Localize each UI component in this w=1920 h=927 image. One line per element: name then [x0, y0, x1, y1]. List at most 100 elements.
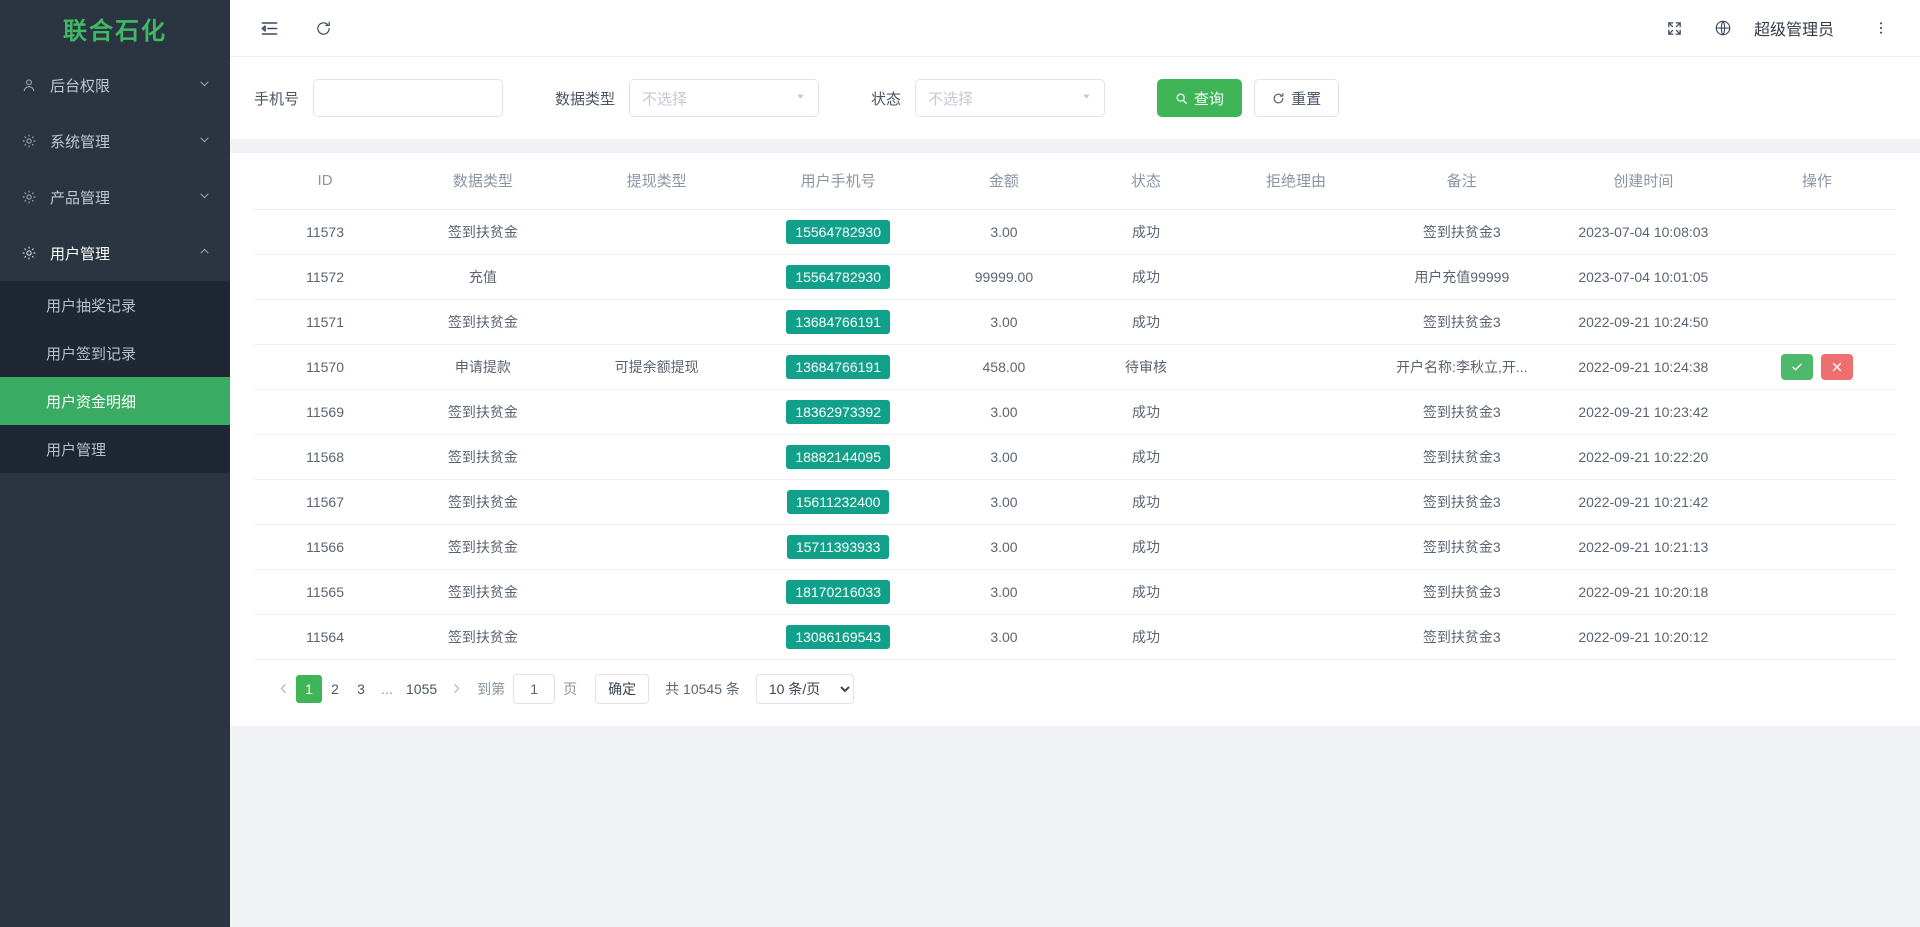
cell-withdraw-type [570, 479, 744, 524]
data-type-select-value: 不选择 [642, 88, 795, 109]
cell-actions [1738, 614, 1896, 659]
chevron-right-icon[interactable] [443, 675, 469, 703]
sidebar-collapse-icon[interactable] [252, 11, 286, 45]
cell-data-type: 签到扶贫金 [396, 524, 570, 569]
phone-badge[interactable]: 15611232400 [787, 490, 890, 514]
phone-badge[interactable]: 13684766191 [786, 355, 890, 379]
gear-icon [18, 133, 40, 149]
total-records-label: 共 10545 条 [665, 679, 740, 699]
cell-withdraw-type [570, 299, 744, 344]
phone-badge[interactable]: 15564782930 [786, 220, 890, 244]
column-header-reject-reason: 拒绝理由 [1217, 153, 1375, 209]
cell-data-type: 签到扶贫金 [396, 389, 570, 434]
chevron-left-icon[interactable] [270, 675, 296, 703]
cell-status: 成功 [1075, 569, 1217, 614]
cell-status: 成功 [1075, 614, 1217, 659]
status-select[interactable]: 不选择 [915, 79, 1105, 117]
goto-page-input[interactable] [513, 674, 555, 704]
phone-badge[interactable]: 15564782930 [786, 265, 890, 289]
page-number-3[interactable]: 3 [348, 675, 374, 703]
cell-actions [1738, 479, 1896, 524]
user-icon [18, 77, 40, 93]
reject-button[interactable] [1821, 354, 1853, 380]
main-area: 超级管理员 手机号 数据类型 不选择 [230, 0, 1920, 927]
sidebar-item-user-signin-records[interactable]: 用户签到记录 [0, 329, 230, 377]
page-size-select[interactable]: 10 条/页20 条/页50 条/页100 条/页 [756, 674, 854, 704]
globe-icon[interactable] [1706, 11, 1740, 45]
fullscreen-icon[interactable] [1658, 11, 1692, 45]
sidebar-group-system-management[interactable]: 系统管理 [0, 113, 230, 169]
page-number-1[interactable]: 1 [296, 675, 322, 703]
sidebar-item-label: 用户抽奖记录 [46, 295, 136, 316]
cell-status: 成功 [1075, 479, 1217, 524]
sidebar-group-user-management[interactable]: 用户管理 [0, 225, 230, 281]
cell-amount: 3.00 [933, 524, 1075, 569]
sidebar-group-label: 用户管理 [50, 243, 198, 264]
phone-badge[interactable]: 18882144095 [786, 445, 890, 469]
cell-created-at: 2022-09-21 10:24:38 [1549, 344, 1738, 389]
phone-badge[interactable]: 13684766191 [786, 310, 890, 334]
sidebar-submenu-user-management: 用户抽奖记录 用户签到记录 用户资金明细 用户管理 [0, 281, 230, 473]
cell-status: 成功 [1075, 389, 1217, 434]
cell-phone: 13086169543 [743, 614, 932, 659]
cell-actions [1738, 524, 1896, 569]
phone-badge[interactable]: 18362973392 [786, 400, 890, 424]
page-number-2[interactable]: 2 [322, 675, 348, 703]
refresh-icon[interactable] [306, 11, 340, 45]
check-icon [1791, 361, 1803, 373]
cell-amount: 3.00 [933, 614, 1075, 659]
table-row: 11568签到扶贫金188821440953.00成功签到扶贫金32022-09… [254, 434, 1896, 479]
cell-data-type: 充值 [396, 254, 570, 299]
phone-badge[interactable]: 18170216033 [786, 580, 890, 604]
cell-id: 11569 [254, 389, 396, 434]
cell-id: 11567 [254, 479, 396, 524]
cell-data-type: 签到扶贫金 [396, 209, 570, 254]
cell-data-type: 签到扶贫金 [396, 434, 570, 479]
cell-withdraw-type [570, 614, 744, 659]
cell-phone: 15564782930 [743, 254, 932, 299]
sidebar-item-user-fund-details[interactable]: 用户资金明细 [0, 377, 230, 425]
column-header-created-at: 创建时间 [1549, 153, 1738, 209]
cell-withdraw-type [570, 389, 744, 434]
brand-logo: 联合石化 [0, 0, 230, 57]
table-body: 11573签到扶贫金155647829303.00成功签到扶贫金32023-07… [254, 209, 1896, 659]
phone-badge[interactable]: 15711393933 [787, 535, 890, 559]
cell-reject-reason [1217, 569, 1375, 614]
table-row: 11566签到扶贫金157113939333.00成功签到扶贫金32022-09… [254, 524, 1896, 569]
sidebar-group-product-management[interactable]: 产品管理 [0, 169, 230, 225]
sidebar-item-user-lottery-records[interactable]: 用户抽奖记录 [0, 281, 230, 329]
sidebar-item-label: 用户资金明细 [46, 391, 136, 412]
sidebar-group-backend-permission[interactable]: 后台权限 [0, 57, 230, 113]
cell-remark: 签到扶贫金3 [1375, 209, 1549, 254]
reset-button[interactable]: 重置 [1254, 79, 1339, 117]
cell-reject-reason [1217, 389, 1375, 434]
sidebar-item-user-management[interactable]: 用户管理 [0, 425, 230, 473]
sidebar: 联合石化 后台权限 [0, 0, 230, 927]
cell-amount: 3.00 [933, 479, 1075, 524]
cell-remark: 签到扶贫金3 [1375, 524, 1549, 569]
sidebar-group-label: 系统管理 [50, 131, 198, 152]
filter-bar: 手机号 数据类型 不选择 状态 不选择 [230, 57, 1920, 153]
cell-withdraw-type [570, 524, 744, 569]
approve-button[interactable] [1781, 354, 1813, 380]
cell-withdraw-type [570, 209, 744, 254]
table-row: 11573签到扶贫金155647829303.00成功签到扶贫金32023-07… [254, 209, 1896, 254]
data-type-select[interactable]: 不选择 [629, 79, 819, 117]
search-button[interactable]: 查询 [1157, 79, 1242, 117]
chevron-down-icon [198, 77, 212, 93]
filter-phone-label: 手机号 [254, 88, 299, 109]
cell-phone: 15564782930 [743, 209, 932, 254]
cell-reject-reason [1217, 479, 1375, 524]
phone-input[interactable] [313, 79, 503, 117]
page-number-last[interactable]: 1055 [400, 675, 443, 703]
cell-actions [1738, 389, 1896, 434]
phone-badge[interactable]: 13086169543 [786, 625, 890, 649]
cell-id: 11564 [254, 614, 396, 659]
pagination: 1 2 3 ... 1055 到第 页 确定 共 10545 条 10 条/页2… [230, 660, 1920, 726]
more-vertical-icon[interactable] [1864, 11, 1898, 45]
user-name[interactable]: 超级管理员 [1754, 16, 1834, 40]
cell-phone: 18362973392 [743, 389, 932, 434]
goto-page-confirm-button[interactable]: 确定 [595, 674, 649, 704]
cell-status: 成功 [1075, 209, 1217, 254]
cell-remark: 签到扶贫金3 [1375, 434, 1549, 479]
